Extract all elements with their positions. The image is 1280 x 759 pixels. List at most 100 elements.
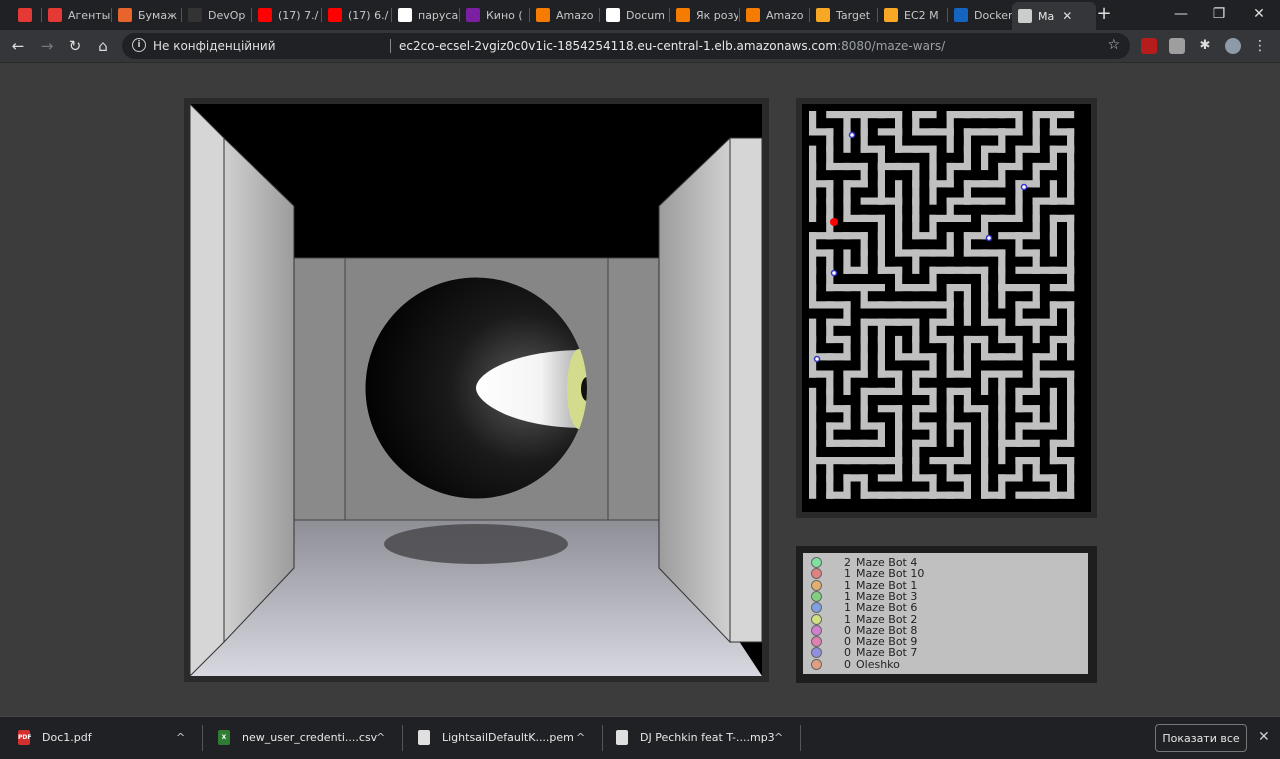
puzzle-icon[interactable]: ✱ <box>1197 38 1213 54</box>
tab-separator <box>41 8 42 22</box>
download-separator <box>402 725 403 751</box>
tab--17-7-[interactable]: (17) 7./ <box>258 3 320 27</box>
first-person-view[interactable] <box>184 98 769 682</box>
maze-corridor <box>877 405 903 413</box>
tab-як-розу[interactable]: Як розу <box>676 3 738 27</box>
maze-corridor <box>1049 232 1057 257</box>
tab-ec2-m[interactable]: EC2 M <box>884 3 946 27</box>
tab-агенты[interactable]: Агенты <box>48 3 110 27</box>
download-item[interactable]: PDF Doc1.pdf ^ <box>18 717 193 759</box>
lf-icon <box>48 8 62 22</box>
download-filename: Doc1.pdf <box>42 731 92 744</box>
tab-ma[interactable]: Ma ✕ <box>1012 2 1096 30</box>
youtube-icon <box>258 8 272 22</box>
tab-strip: Агенты Бумаж DevOp (17) 7./ (17) 6./ паруса Ки… <box>0 0 1280 30</box>
left-wall-near <box>189 102 225 678</box>
tab-паруса[interactable]: паруса <box>398 3 460 27</box>
tab-docker[interactable]: Docker <box>954 3 1012 27</box>
tab-news[interactable] <box>18 3 42 27</box>
download-filename: DJ Pechkin feat T-....mp3 <box>640 731 775 744</box>
download-item[interactable]: DJ Pechkin feat T-....mp3 ^ <box>616 717 791 759</box>
tab-кино-[interactable]: Кино ( <box>466 3 528 27</box>
download-filename: LightsailDefaultK....pem <box>442 731 574 744</box>
maze-corridor <box>1015 266 1040 274</box>
maze-corridor <box>912 111 937 119</box>
minimize-button[interactable]: — <box>1166 4 1196 24</box>
close-icon[interactable]: ✕ <box>1258 729 1270 745</box>
maze-corridor <box>1032 318 1040 344</box>
maze-corridor <box>981 145 989 171</box>
bot-marker <box>1020 183 1028 191</box>
address-divider <box>390 39 391 53</box>
menu-icon[interactable]: ⋮ <box>1252 38 1268 54</box>
info-icon[interactable]: i <box>132 38 146 52</box>
restore-button[interactable]: ❐ <box>1204 4 1234 24</box>
maze-corridor <box>809 197 817 222</box>
player-color-dot <box>811 602 822 614</box>
csv-icon: X <box>218 730 230 745</box>
ublock-icon[interactable] <box>1141 38 1157 54</box>
maze-corridor <box>998 439 1006 465</box>
tab-label: Amazo <box>766 8 804 22</box>
extension-icon[interactable] <box>1169 38 1185 54</box>
tab-label: Ma <box>1038 9 1055 23</box>
tab-separator <box>111 8 112 22</box>
maze-corridor <box>998 284 1006 309</box>
download-item[interactable]: Xnew_user_credenti....csv ^ <box>218 717 393 759</box>
maze-corridor <box>1049 284 1075 292</box>
player-marker <box>830 218 838 226</box>
tab-separator <box>809 8 810 22</box>
browser-toolbar: ← → ↻ ⌂ i Не конфіденційний ec2co-ecsel-… <box>0 30 1280 62</box>
show-all-button[interactable]: Показати все <box>1155 724 1247 752</box>
download-item[interactable]: LightsailDefaultK....pem ^ <box>418 717 593 759</box>
back-icon[interactable]: ← <box>8 36 28 56</box>
player-color-dot <box>811 624 822 636</box>
maze-icon <box>1018 9 1032 23</box>
tab-target[interactable]: Target <box>816 3 878 27</box>
tab-devop[interactable]: DevOp <box>188 3 250 27</box>
player-color-dot <box>811 647 822 659</box>
tab-label: Агенты <box>68 8 110 22</box>
address-bar[interactable]: i Не конфіденційний ec2co-ecsel-2vgiz0c0… <box>122 33 1130 59</box>
url-text[interactable]: ec2co-ecsel-2vgiz0c0v1ic-1854254118.eu-c… <box>399 39 945 53</box>
right-wall <box>658 136 731 644</box>
close-tab-icon[interactable]: ✕ <box>1062 9 1072 23</box>
player-score: 1 <box>844 601 851 615</box>
chevron-up-icon[interactable]: ^ <box>376 731 385 744</box>
tab-label: Кино ( <box>486 8 523 22</box>
maze-corridor <box>981 370 989 395</box>
tab-label: Amazo <box>556 8 594 22</box>
kino-icon <box>466 8 480 22</box>
downloads-bar: PDF Doc1.pdf ^ Xnew_user_credenti....csv ^ Li… <box>0 716 1280 759</box>
google-icon <box>398 8 412 22</box>
player-name: Maze Bot 10 <box>856 567 925 581</box>
chevron-up-icon[interactable]: ^ <box>176 731 185 744</box>
new-tab-button[interactable]: + <box>1096 4 1112 24</box>
tab-amazo[interactable]: Amazo <box>536 3 598 27</box>
url-host: ec2co-ecsel-2vgiz0c0v1ic-1854254118.eu-c… <box>399 39 838 53</box>
download-separator <box>800 725 801 751</box>
eyeball-shadow <box>384 524 568 564</box>
bot-marker <box>985 234 993 242</box>
right-wall-near <box>729 137 763 643</box>
tab-amazo[interactable]: Amazo <box>746 3 808 27</box>
maze-3d-scene <box>184 98 769 682</box>
bookmark-star-icon[interactable]: ☆ <box>1107 37 1120 53</box>
player-color-dot <box>811 590 822 602</box>
chevron-up-icon[interactable]: ^ <box>774 731 783 744</box>
tab-бумаж[interactable]: Бумаж <box>118 3 180 27</box>
avatar[interactable] <box>1225 38 1241 54</box>
tab-docum[interactable]: Docum <box>606 3 668 27</box>
tab--17-6-[interactable]: (17) 6./ <box>328 3 390 27</box>
tab-label: Docum <box>626 8 665 22</box>
chevron-up-icon[interactable]: ^ <box>576 731 585 744</box>
close-window-button[interactable]: ✕ <box>1244 4 1274 24</box>
tab-label: паруса <box>418 8 459 22</box>
reload-icon[interactable]: ↻ <box>65 36 85 56</box>
tab-separator <box>321 8 322 22</box>
news-icon <box>18 8 32 22</box>
tab-separator <box>251 8 252 22</box>
home-icon[interactable]: ⌂ <box>93 36 113 56</box>
forward-icon[interactable]: → <box>37 36 57 56</box>
tab-label: (17) 6./ <box>348 8 389 22</box>
